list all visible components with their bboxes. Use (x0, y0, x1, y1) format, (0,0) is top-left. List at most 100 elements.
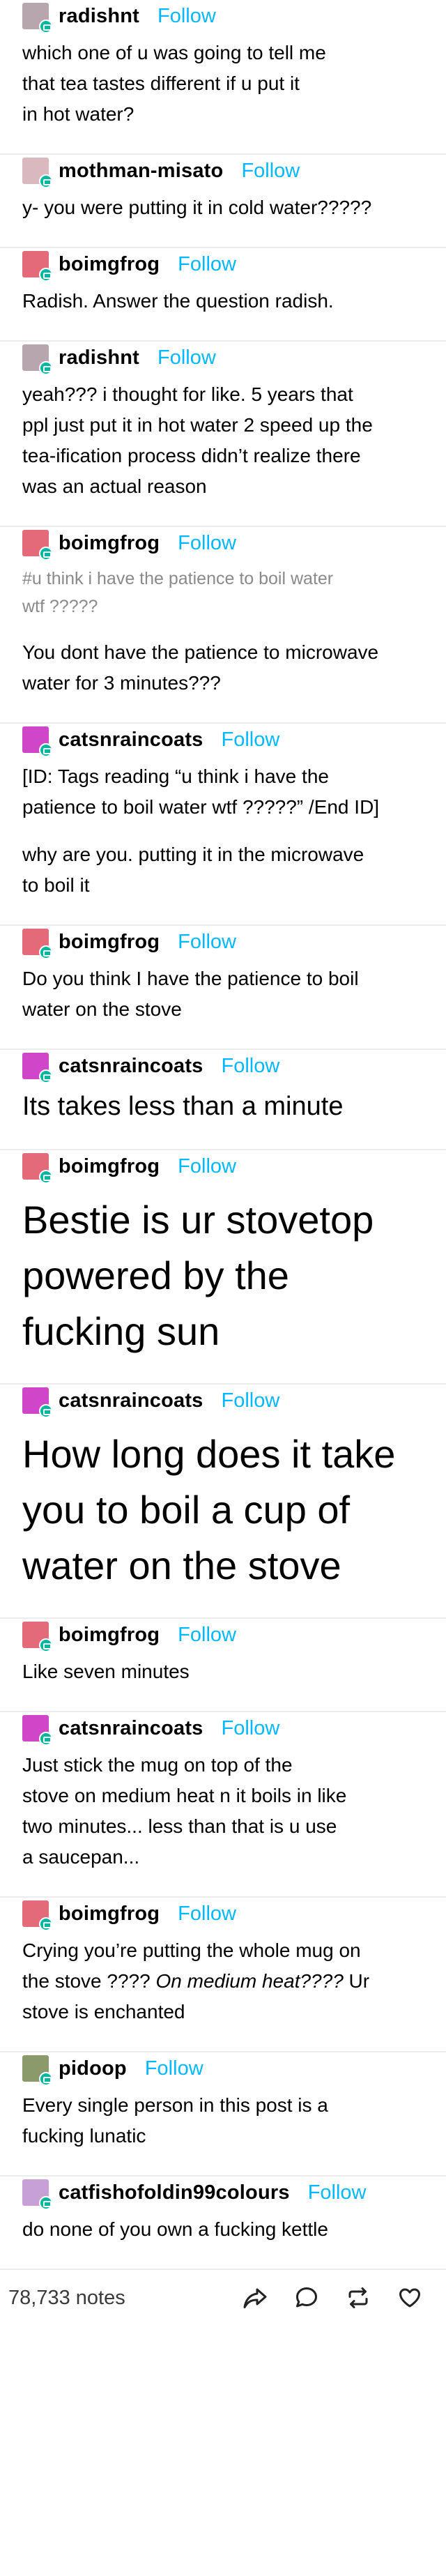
avatar[interactable] (22, 1900, 53, 1931)
avatar[interactable] (22, 1622, 53, 1652)
post-entry: boimgfrog Follow Radish. Answer the questi… (0, 248, 446, 342)
reblog-badge-icon (39, 2072, 53, 2086)
reblog-badge-icon (39, 2196, 53, 2210)
post-entry: mothman-misato Follow y- you were putting … (0, 155, 446, 248)
follow-button[interactable]: Follow (178, 931, 236, 954)
follow-button[interactable]: Follow (222, 1717, 280, 1740)
username[interactable]: mothman-misato (59, 160, 223, 183)
username[interactable]: boimgfrog (59, 1903, 160, 1926)
post-entry: boimgfrog Follow Crying you’re putting the… (0, 1898, 446, 2052)
post-header: boimgfrog Follow (22, 527, 425, 561)
post-entry: catsnraincoats Follow Its takes less than … (0, 1050, 446, 1150)
post-body: Its takes less than a minute (22, 1088, 425, 1149)
username[interactable]: catfishofoldin99colours (59, 2181, 290, 2204)
follow-button[interactable]: Follow (145, 2057, 203, 2080)
username[interactable]: boimgfrog (59, 1155, 160, 1178)
post-text: You dont have the patience to microwave … (22, 641, 379, 694)
reblog-badge-icon (39, 174, 53, 188)
avatar[interactable] (22, 251, 53, 282)
post-entry: boimgfrog Follow Bestie is ur stovetop pow… (0, 1150, 446, 1385)
avatar[interactable] (22, 1387, 53, 1418)
share-icon[interactable] (240, 2282, 270, 2313)
post-entry: pidoop Follow Every single person in this … (0, 2052, 446, 2177)
post-header: catsnraincoats Follow (22, 1385, 425, 1418)
notes-count[interactable]: 78,733 notes (8, 2287, 219, 2310)
follow-button[interactable]: Follow (222, 729, 280, 752)
post-entry: boimgfrog Follow #u think i have the patie… (0, 527, 446, 724)
post-body: y- you were putting it in cold water????… (22, 192, 425, 247)
follow-button[interactable]: Follow (178, 1155, 236, 1178)
post-body: Bestie is ur stovetop powered by the fuc… (22, 1192, 425, 1383)
follow-button[interactable]: Follow (178, 1624, 236, 1647)
post-entry: catsnraincoats Follow [ID: Tags reading “u… (0, 724, 446, 926)
username[interactable]: boimgfrog (59, 1624, 160, 1647)
avatar[interactable] (22, 344, 53, 375)
follow-button[interactable]: Follow (222, 1389, 280, 1412)
post-body: How long does it take you to boil a cup … (22, 1426, 425, 1617)
avatar[interactable] (22, 726, 53, 757)
avatar[interactable] (22, 2055, 53, 2086)
username[interactable]: boimgfrog (59, 931, 160, 954)
avatar[interactable] (22, 2179, 53, 2210)
post-entry: boimgfrog Follow Like seven minutes (0, 1619, 446, 1712)
username[interactable]: catsnraincoats (59, 1055, 203, 1078)
post-header: boimgfrog Follow (22, 248, 425, 282)
post-text: [ID: Tags reading “u think i have the pa… (22, 765, 380, 818)
avatar[interactable] (22, 530, 53, 561)
username[interactable]: boimgfrog (59, 532, 160, 555)
follow-button[interactable]: Follow (222, 1055, 280, 1078)
post-text: yeah??? i thought for like. 5 years that… (22, 383, 373, 497)
post-header: boimgfrog Follow (22, 926, 425, 959)
post-text: Its takes less than a minute (22, 1092, 344, 1121)
post-body: #u think i have the patience to boil wat… (22, 565, 425, 722)
reblog-badge-icon (39, 1917, 53, 1931)
follow-button[interactable]: Follow (178, 1903, 236, 1926)
reblog-badge-icon (39, 1069, 53, 1083)
post-body: Like seven minutes (22, 1656, 425, 1711)
post-text: do none of you own a fucking kettle (22, 2218, 328, 2240)
username[interactable]: catsnraincoats (59, 729, 203, 752)
post-footer: 78,733 notes (0, 2270, 446, 2326)
avatar[interactable] (22, 1715, 53, 1746)
follow-button[interactable]: Follow (241, 160, 300, 183)
avatar[interactable] (22, 1053, 53, 1083)
reblog-icon[interactable] (343, 2282, 374, 2313)
heart-icon[interactable] (394, 2282, 425, 2313)
username[interactable]: boimgfrog (59, 253, 160, 276)
reblog-badge-icon (39, 1732, 53, 1746)
username[interactable]: catsnraincoats (59, 1717, 203, 1740)
post-header: catfishofoldin99colours Follow (22, 2177, 425, 2210)
reblog-badge-icon (39, 547, 53, 561)
post-entry: catfishofoldin99colours Follow do none of … (0, 2177, 446, 2270)
avatar[interactable] (22, 929, 53, 959)
avatar[interactable] (22, 158, 53, 188)
post-text: How long does it take you to boil a cup … (22, 1432, 396, 1587)
post-body: Radish. Answer the question radish. (22, 286, 425, 340)
follow-button[interactable]: Follow (178, 253, 236, 276)
post-feed: radishnt Follow which one of u was going t… (0, 0, 446, 2270)
post-text-emphasis: On medium heat???? (155, 1970, 344, 1992)
username[interactable]: pidoop (59, 2057, 127, 2080)
username[interactable]: radishnt (59, 346, 139, 369)
avatar[interactable] (22, 1153, 53, 1184)
avatar[interactable] (22, 3, 53, 33)
post-body: [ID: Tags reading “u think i have the pa… (22, 761, 425, 924)
post-entry: boimgfrog Follow Do you think I have the p… (0, 926, 446, 1050)
follow-button[interactable]: Follow (178, 532, 236, 555)
reply-icon[interactable] (291, 2282, 322, 2313)
post-body: Crying you’re putting the whole mug on t… (22, 1935, 425, 2051)
reblog-badge-icon (39, 1404, 53, 1418)
post-body: Do you think I have the patience to boil… (22, 963, 425, 1049)
post-header: catsnraincoats Follow (22, 724, 425, 757)
post-body: Every single person in this post is a fu… (22, 2090, 425, 2175)
post-text: Like seven minutes (22, 1661, 190, 1682)
post-body: yeah??? i thought for like. 5 years that… (22, 379, 425, 526)
post-entry: catsnraincoats Follow Just stick the mug o… (0, 1712, 446, 1898)
username[interactable]: radishnt (59, 5, 139, 28)
follow-button[interactable]: Follow (308, 2181, 367, 2204)
follow-button[interactable]: Follow (157, 5, 216, 28)
username[interactable]: catsnraincoats (59, 1389, 203, 1412)
post-body: which one of u was going to tell me that… (22, 38, 425, 153)
post-tags: #u think i have the patience to boil wat… (22, 569, 334, 616)
follow-button[interactable]: Follow (157, 346, 216, 369)
